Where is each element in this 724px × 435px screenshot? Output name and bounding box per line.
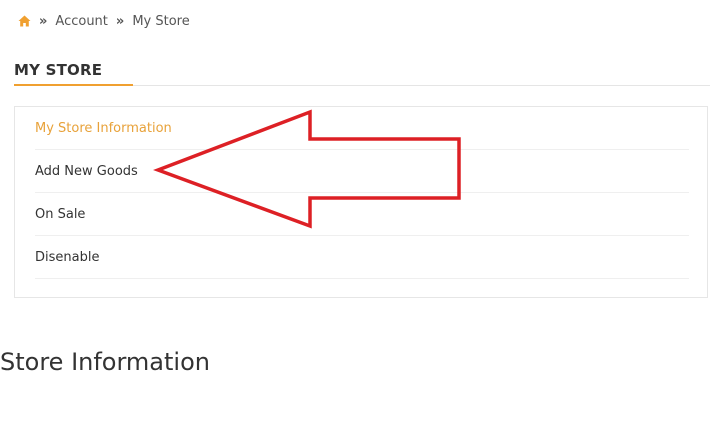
home-icon[interactable] xyxy=(18,15,31,27)
breadcrumb-separator: » xyxy=(39,13,47,29)
page: » Account » My Store MY STORE My Store I… xyxy=(0,0,724,435)
menu-item-add-new-goods[interactable]: Add New Goods xyxy=(35,150,689,193)
store-information-heading: Store Information xyxy=(0,348,210,376)
store-menu: My Store Information Add New Goods On Sa… xyxy=(14,106,708,298)
breadcrumb-account-link[interactable]: Account xyxy=(55,14,108,29)
menu-item-my-store-information[interactable]: My Store Information xyxy=(35,107,689,150)
section-title-underline xyxy=(14,84,133,86)
menu-item-on-sale[interactable]: On Sale xyxy=(35,193,689,236)
breadcrumb: » Account » My Store xyxy=(18,12,190,30)
menu-item-disenable[interactable]: Disenable xyxy=(35,236,689,279)
section-title: MY STORE xyxy=(14,61,103,79)
breadcrumb-my-store-link[interactable]: My Store xyxy=(132,14,189,29)
breadcrumb-separator: » xyxy=(115,13,124,29)
